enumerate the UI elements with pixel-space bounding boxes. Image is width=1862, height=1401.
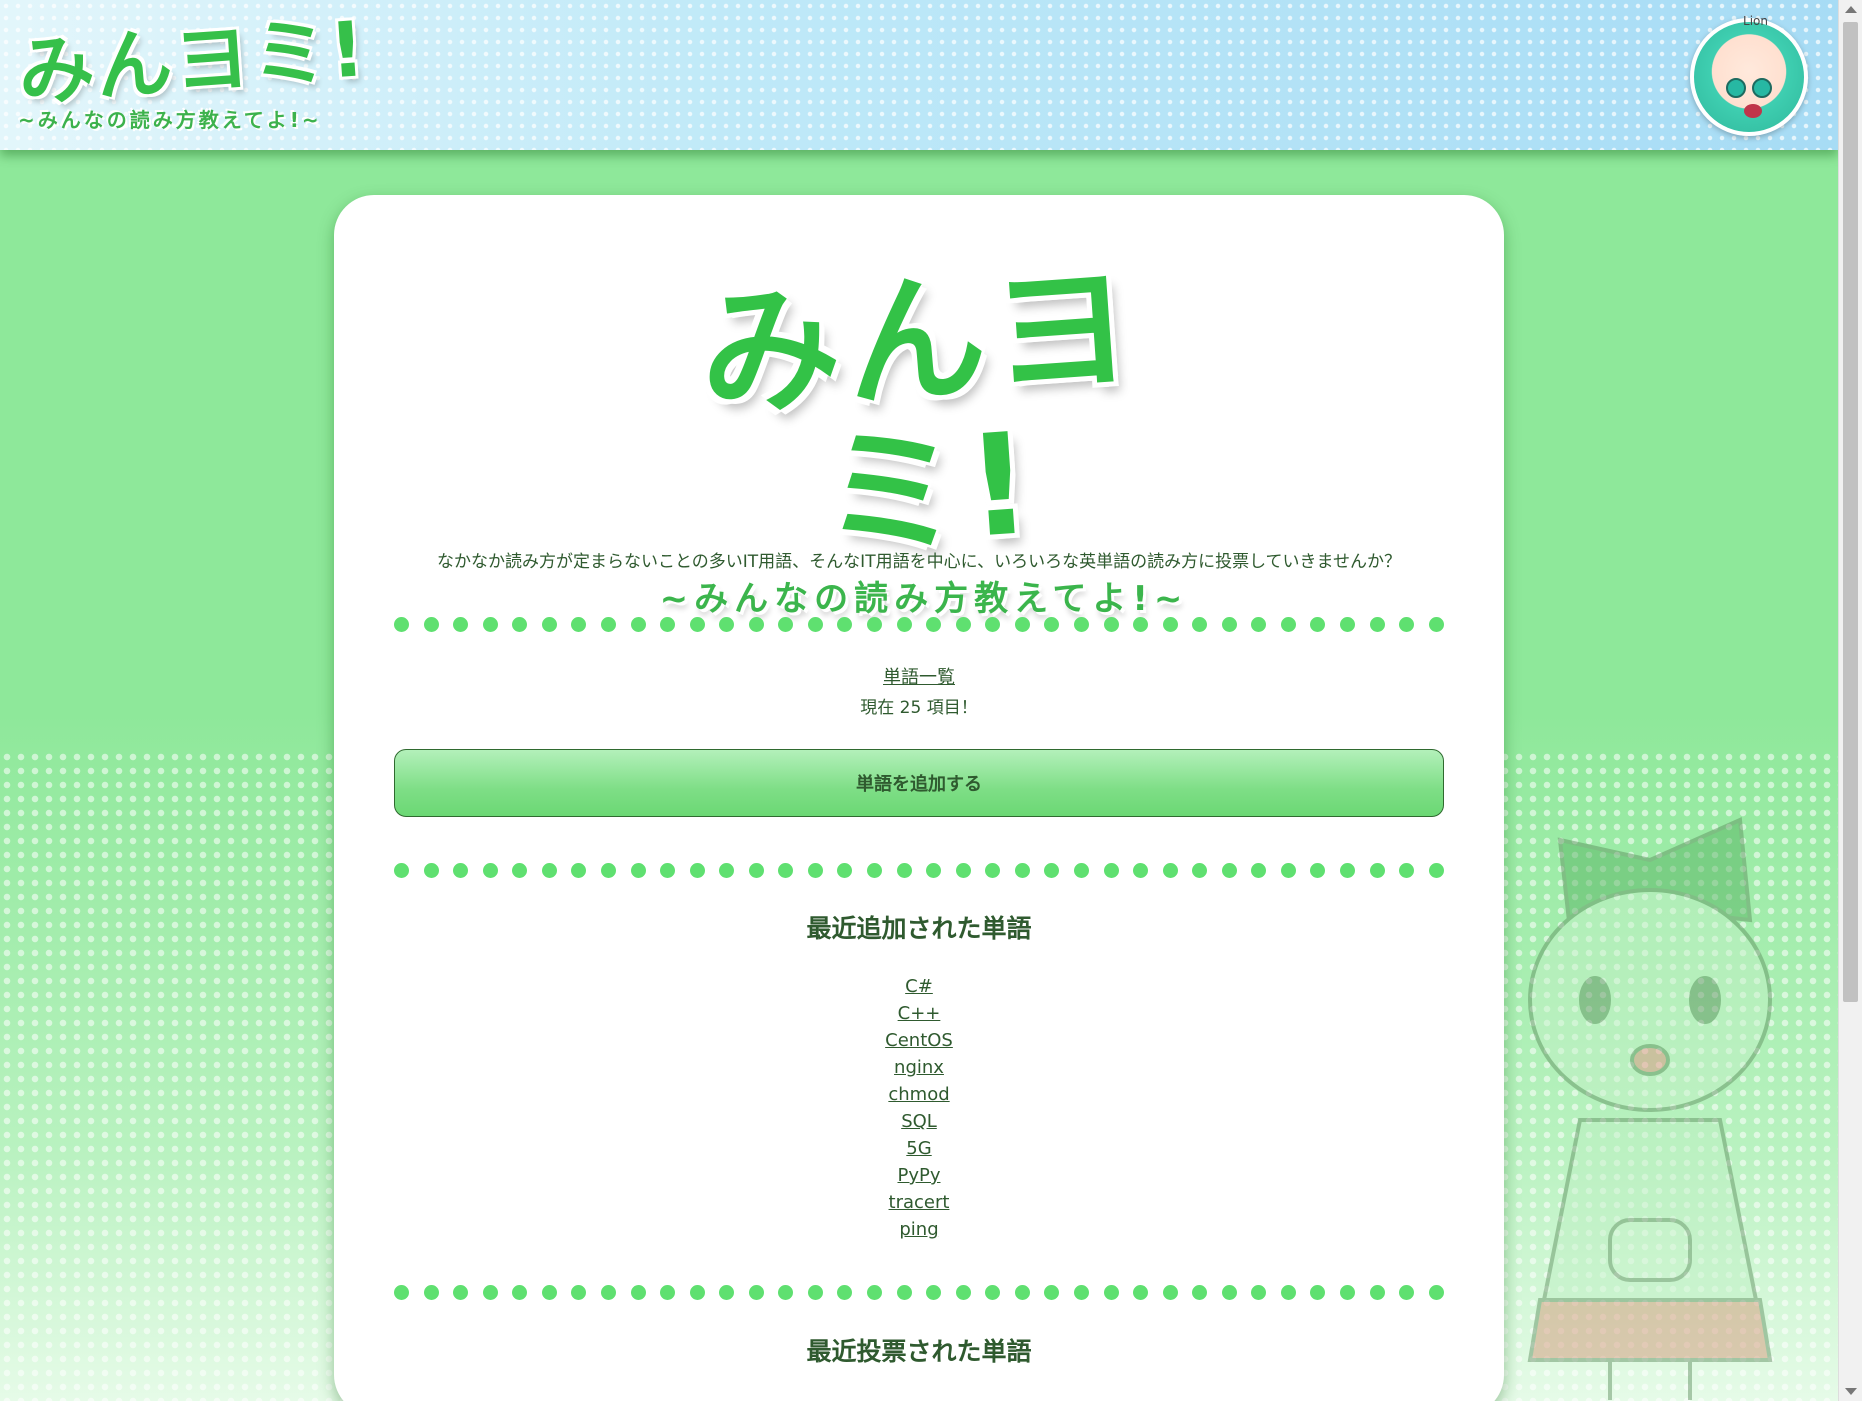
header-logo-title: みんヨミ! [15,3,370,118]
main-card: みんヨミ! ~みんなの読み方教えてよ!~ なかなか読み方が定まらないことの多いI… [334,195,1504,1401]
scrollbar-thumb[interactable] [1843,22,1858,1002]
word-link[interactable]: CentOS [885,1030,953,1051]
avatar-right-eye [1752,78,1772,98]
main-logo-title: みんヨミ! [694,245,1143,581]
avatar-tag: Lion [1743,14,1768,28]
header-logo[interactable]: みんヨミ! ~みんなの読み方教えてよ!~ [15,4,369,133]
word-link[interactable]: chmod [888,1084,949,1105]
main-logo: みんヨミ! ~みんなの読み方教えてよ!~ [614,245,1234,619]
recent-added-section: 最近追加された単語 C# C++ CentOS nginx chmod SQL … [334,909,1504,1243]
word-link[interactable]: PyPy [897,1165,940,1186]
word-link[interactable]: SQL [901,1111,937,1132]
site-header: みんヨミ! ~みんなの読み方教えてよ!~ Lion [0,0,1838,150]
avatar-mouth [1744,104,1762,118]
avatar-left-eye [1726,78,1746,98]
dot-divider [394,1285,1444,1301]
scroll-down-icon[interactable] [1845,1388,1857,1395]
recent-added-title: 最近追加された単語 [806,914,1032,943]
word-link[interactable]: tracert [889,1192,950,1213]
word-link[interactable]: nginx [894,1057,944,1078]
background-character-illustration [1527,817,1773,1400]
recent-voted-title: 最近投票された単語 [806,1337,1032,1366]
word-link[interactable]: C# [905,976,933,997]
recent-voted-section: 最近投票された単語 [334,1332,1504,1368]
word-link[interactable]: 5G [906,1138,931,1159]
word-link[interactable]: C++ [898,1003,941,1024]
recent-added-list: C# C++ CentOS nginx chmod SQL 5G PyPy tr… [334,973,1504,1243]
scroll-up-icon[interactable] [1845,6,1857,13]
word-link[interactable]: ping [899,1219,938,1240]
add-word-button[interactable]: 単語を追加する [394,749,1444,817]
word-list-link[interactable]: 単語一覧 [883,667,955,688]
intro-text: なかなか読み方が定まらないことの多いIT用語、そんなIT用語を中心に、いろいろな… [436,552,1402,572]
vertical-scrollbar[interactable] [1838,0,1862,1401]
character-avatar[interactable] [1690,18,1808,136]
word-count-text: 現在 25 項目！ [860,698,978,718]
word-count-block: 単語一覧 現在 25 項目！ [334,663,1504,718]
dot-divider [394,617,1444,633]
dot-divider [394,863,1444,879]
